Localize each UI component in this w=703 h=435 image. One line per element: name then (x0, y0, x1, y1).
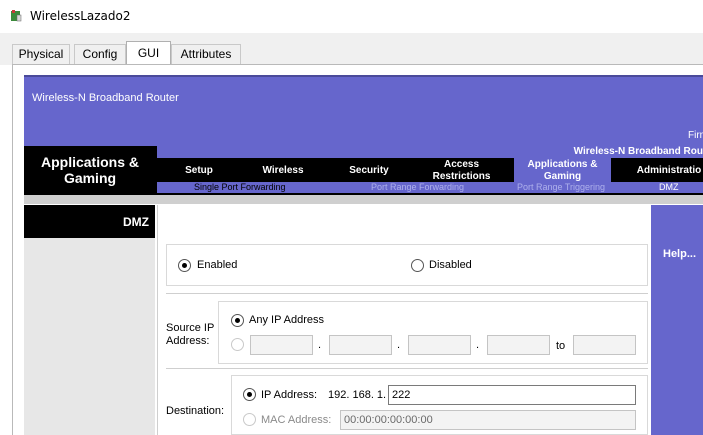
range-dot-2: . (397, 339, 401, 351)
section-title: Applications & Gaming (40, 154, 139, 186)
router-brand: Wireless-N Broadband Router (32, 92, 179, 104)
range-octet-4[interactable] (487, 335, 550, 355)
submenu-port-range-triggering[interactable]: Port Range Triggering (517, 182, 605, 193)
dmz-enabled-radio[interactable] (178, 259, 191, 272)
help-link[interactable]: Help... (663, 248, 696, 260)
menu-access-restrictions[interactable]: Access Restrictions (424, 159, 499, 183)
mac-address-label: MAC Address: (261, 414, 332, 426)
separator-bar (24, 195, 703, 204)
ip-address-prefix: 192. 168. 1. (328, 389, 387, 401)
dmz-content: Enabled Disabled Source IP Address: Any … (158, 205, 648, 435)
router-web-page: Wireless-N Broadband Router Firm Applica… (24, 75, 703, 435)
range-octet-1[interactable] (250, 335, 313, 355)
menu-applications-gaming[interactable]: Applications & Gaming (514, 158, 611, 182)
tab-gui[interactable]: GUI (126, 41, 171, 66)
firmware-label: Firm (688, 130, 703, 141)
left-column (24, 238, 155, 435)
menu-wireless[interactable]: Wireless (252, 165, 314, 177)
menu-setup[interactable]: Setup (174, 165, 224, 177)
destination-label: Destination: (166, 405, 225, 417)
model-name: Wireless-N Broadband Rou (573, 146, 703, 157)
dmz-toggle-box (166, 244, 648, 286)
dmz-disabled-label: Disabled (429, 259, 472, 271)
dmz-disabled-radio[interactable] (411, 259, 424, 272)
ip-address-radio[interactable] (243, 388, 256, 401)
any-ip-label: Any IP Address (249, 314, 325, 326)
wireless-router-icon (11, 10, 22, 22)
range-end-octet[interactable] (573, 335, 636, 355)
menu-administration[interactable]: Administratio (629, 165, 703, 177)
tab-attributes[interactable]: Attributes (171, 44, 241, 65)
help-panel: Help... (649, 205, 703, 435)
router-header: Wireless-N Broadband Router Firm (24, 75, 703, 146)
submenu-single-port-forwarding[interactable]: Single Port Forwarding (194, 182, 286, 193)
divider (166, 368, 648, 369)
range-octet-3[interactable] (408, 335, 471, 355)
window-titlebar: WirelessLazado2 (0, 0, 703, 33)
mac-address-radio[interactable] (243, 413, 256, 426)
range-to-label: to (556, 340, 566, 352)
page-label: DMZ (123, 215, 149, 229)
window-title: WirelessLazado2 (30, 9, 131, 23)
source-ip-label: Source IP Address: (166, 322, 215, 347)
page-label-box: DMZ (24, 205, 155, 238)
any-ip-radio[interactable] (231, 314, 244, 327)
divider (166, 293, 648, 294)
tab-config[interactable]: Config (74, 44, 126, 65)
ip-address-last-octet-input[interactable]: 222 (388, 385, 636, 405)
ip-range-radio[interactable] (231, 338, 244, 351)
ip-address-label: IP Address: (261, 389, 318, 401)
range-dot-3: . (476, 339, 480, 351)
tab-strip: Physical Config GUI Attributes (0, 33, 703, 66)
range-octet-2[interactable] (329, 335, 392, 355)
submenu-dmz[interactable]: DMZ (659, 182, 679, 193)
range-dot-1: . (318, 339, 322, 351)
mac-address-input[interactable]: 00:00:00:00:00:00 (340, 410, 636, 430)
tab-physical[interactable]: Physical (12, 44, 70, 65)
dmz-enabled-label: Enabled (197, 259, 238, 271)
submenu-port-range-forwarding[interactable]: Port Range Forwarding (371, 182, 464, 193)
menu-security[interactable]: Security (339, 165, 399, 177)
